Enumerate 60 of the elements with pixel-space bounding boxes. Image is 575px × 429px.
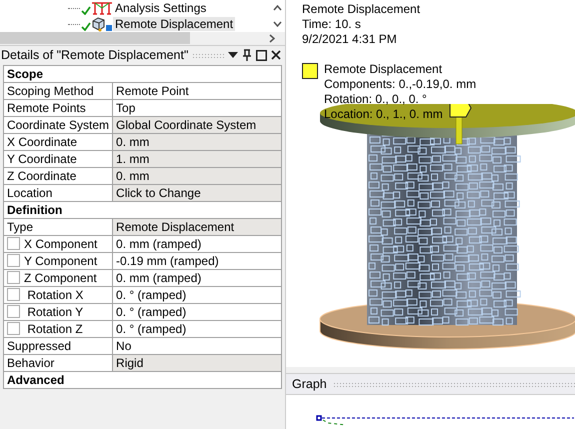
property-value[interactable]: Rigid [112,354,282,372]
property-value[interactable]: -0.19 mm (ramped) [112,252,282,270]
property-label: X Coordinate [4,134,113,150]
scroll-down-icon[interactable] [272,21,282,27]
property-label: Rotation X [26,288,84,302]
pin-icon[interactable] [242,49,252,61]
property-label: Rotation Y [26,305,84,319]
panel-title: Details of "Remote Displacement" [1,48,188,62]
property-value[interactable]: 0. mm [112,168,282,184]
info-text: Remote Displacement [302,2,422,17]
property-label: Z Coordinate [4,168,113,184]
checkbox[interactable] [7,322,20,335]
property-value[interactable]: 0. ° (ramped) [112,286,282,304]
checkbox[interactable] [7,254,20,267]
property-label: Coordinate System [4,116,113,134]
property-value[interactable]: 0. mm [112,134,282,150]
property-label: Type [4,218,113,236]
checkbox[interactable] [7,237,20,250]
property-value[interactable]: Click to Change [112,184,282,202]
property-value[interactable]: 1. mm [112,150,282,168]
property-label: Y Coordinate [4,150,113,168]
section-header: Scope [4,66,282,82]
property-label: Location [4,184,113,202]
legend-text: Location: 0., 1., 0. mm [324,107,443,122]
legend-text: Rotation: 0., 0., 0. ° [324,92,427,107]
section-header: Advanced [4,372,282,388]
tree-item[interactable]: Analysis Settings [113,1,208,15]
property-label: X Component [24,237,98,251]
checkbox[interactable] [7,271,20,284]
property-value[interactable]: Global Coordinate System [112,116,282,134]
property-value[interactable]: 0. mm (ramped) [112,236,282,252]
property-label: Behavior [4,354,113,372]
cube-icon [91,16,113,32]
remote-point-marker-icon [450,104,472,118]
property-label: Suppressed [4,338,113,354]
maximize-icon[interactable] [256,50,267,60]
tree-item[interactable]: Remote Displacement [113,17,236,31]
scroll-up-icon[interactable] [272,5,282,11]
dropdown-icon[interactable] [228,52,238,58]
property-value[interactable]: 0. ° (ramped) [112,320,282,338]
property-value[interactable]: Remote Displacement [112,218,282,236]
scrollbar-thumb[interactable] [0,32,190,44]
checkbox[interactable] [7,305,20,318]
scroll-right-icon[interactable] [269,34,275,42]
legend-text: Components: 0.,-0.19,0. mm [324,77,476,92]
frame-icon [91,0,113,16]
property-value[interactable]: 0. ° (ramped) [112,304,282,320]
checkbox[interactable] [7,288,20,301]
property-label: Y Component [24,254,98,268]
property-value[interactable]: Remote Point [112,82,282,100]
info-text: 9/2/2021 4:31 PM [302,32,398,47]
panel-title: Graph [292,377,327,392]
property-value[interactable]: 0. mm (ramped) [112,270,282,286]
property-label: Rotation Z [26,322,83,336]
info-text: Time: 10. s [302,17,362,32]
property-label: Z Component [24,271,97,285]
legend-text: Remote Displacement [324,62,442,77]
property-label: Remote Points [4,100,113,116]
close-icon[interactable] [271,50,281,60]
property-label: Scoping Method [4,82,113,100]
